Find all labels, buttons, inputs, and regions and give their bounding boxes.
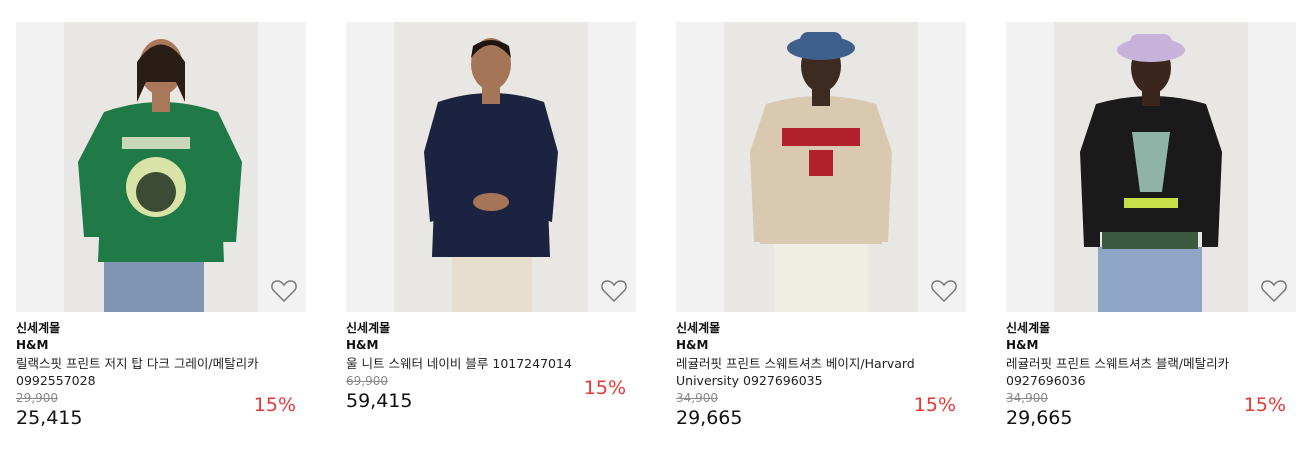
price-row: 59,415 15%	[346, 377, 636, 415]
product-card[interactable]: 신세계몰 H&M 레귤러핏 프린트 스웨트셔츠 블랙/메탈리카 09276960…	[1006, 22, 1296, 432]
brand-name: H&M	[16, 338, 49, 352]
product-info: 신세계몰 H&M 레귤러핏 프린트 스웨트셔츠 베이지/Harvard Univ…	[676, 312, 966, 432]
shop-name: 신세계몰	[16, 321, 61, 335]
product-name[interactable]: 울 니트 스웨터 네이비 블루 1017247014	[346, 355, 636, 372]
discount-rate: 15%	[913, 394, 956, 416]
product-info: 신세계몰 H&M 릴랙스핏 프린트 저지 탑 다크 그레이/메탈리카 09925…	[16, 312, 306, 432]
product-card[interactable]: 신세계몰 H&M 레귤러핏 프린트 스웨트셔츠 베이지/Harvard Univ…	[676, 22, 966, 432]
product-name[interactable]: 레귤러핏 프린트 스웨트셔츠 블랙/메탈리카 0927696036	[1006, 355, 1296, 389]
product-grid: 신세계몰 H&M 릴랙스핏 프린트 저지 탑 다크 그레이/메탈리카 09925…	[0, 0, 1314, 470]
brand-name: H&M	[676, 338, 709, 352]
shop-name: 신세계몰	[676, 321, 721, 335]
green-metallica-longsleeve-photo[interactable]	[64, 22, 258, 312]
product-code: University 0927696035	[676, 373, 823, 388]
shop-name: 신세계몰	[1006, 321, 1051, 335]
product-card[interactable]: 신세계몰 H&M 울 니트 스웨터 네이비 블루 1017247014 69,9…	[346, 22, 636, 415]
product-name-text: 릴랙스핏 프린트 저지 탑 다크 그레이/메탈리카	[16, 356, 259, 371]
heart-icon[interactable]	[1260, 278, 1288, 304]
product-info: 신세계몰 H&M 울 니트 스웨터 네이비 블루 1017247014 69,9…	[346, 312, 636, 415]
product-image[interactable]	[346, 22, 636, 312]
discount-rate: 15%	[1243, 394, 1286, 416]
heart-icon[interactable]	[600, 278, 628, 304]
brand-name: H&M	[1006, 338, 1039, 352]
product-image[interactable]	[676, 22, 966, 312]
black-metallica-sweatshirt-photo[interactable]	[1054, 22, 1248, 312]
product-code: 0927696036	[1006, 373, 1086, 388]
navy-knit-sweater-photo[interactable]	[394, 22, 588, 312]
discount-rate: 15%	[583, 377, 626, 399]
brand-name: H&M	[346, 338, 379, 352]
heart-icon[interactable]	[930, 278, 958, 304]
price-row: 29,665 15%	[676, 394, 966, 432]
price-row: 25,415 15%	[16, 394, 306, 432]
price-row: 29,665 15%	[1006, 394, 1296, 432]
product-info: 신세계몰 H&M 레귤러핏 프린트 스웨트셔츠 블랙/메탈리카 09276960…	[1006, 312, 1296, 432]
product-name-text: 울 니트 스웨터 네이비 블루 1017247014	[346, 356, 572, 371]
product-card[interactable]: 신세계몰 H&M 릴랙스핏 프린트 저지 탑 다크 그레이/메탈리카 09925…	[16, 22, 306, 432]
product-image[interactable]	[1006, 22, 1296, 312]
product-name[interactable]: 레귤러핏 프린트 스웨트셔츠 베이지/Harvard University 09…	[676, 355, 966, 389]
beige-harvard-sweatshirt-photo[interactable]	[724, 22, 918, 312]
product-name-text: 레귤러핏 프린트 스웨트셔츠 블랙/메탈리카	[1006, 356, 1230, 371]
shop-name: 신세계몰	[346, 321, 391, 335]
product-name-text: 레귤러핏 프린트 스웨트셔츠 베이지/Harvard	[676, 356, 915, 371]
product-name[interactable]: 릴랙스핏 프린트 저지 탑 다크 그레이/메탈리카 0992557028	[16, 355, 306, 389]
heart-icon[interactable]	[270, 278, 298, 304]
discount-rate: 15%	[253, 394, 296, 416]
product-image[interactable]	[16, 22, 306, 312]
product-code: 0992557028	[16, 373, 96, 388]
